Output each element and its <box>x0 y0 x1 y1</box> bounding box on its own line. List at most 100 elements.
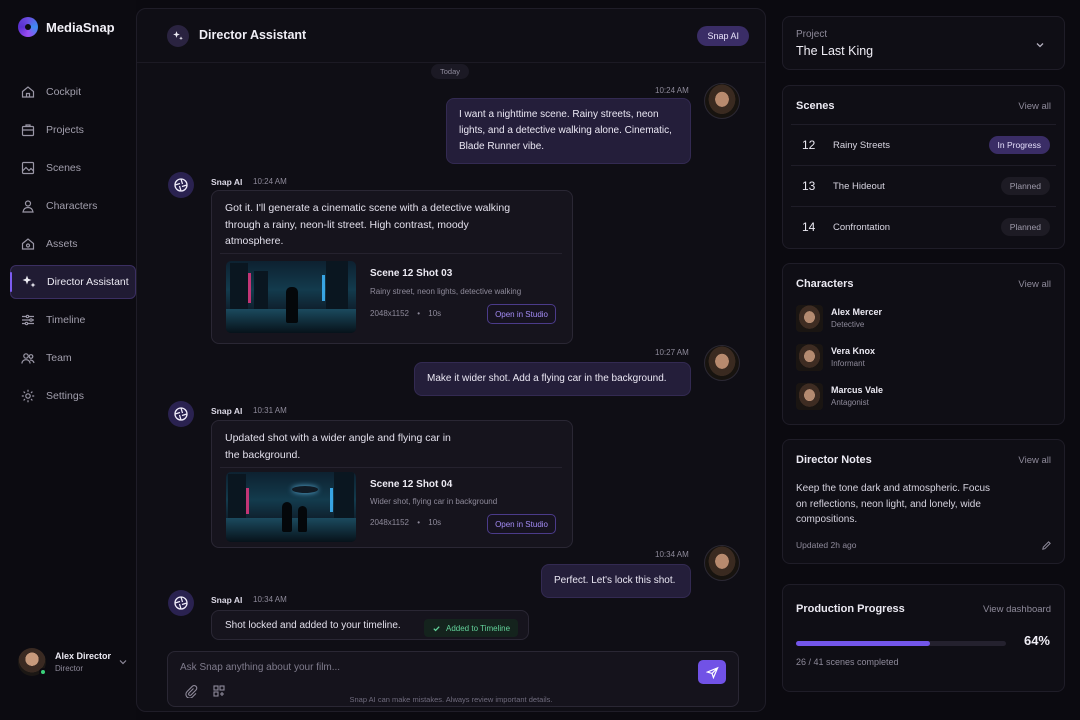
scene-number: 13 <box>802 179 816 193</box>
user-role: Director <box>55 664 84 673</box>
briefcase-icon <box>21 124 35 137</box>
user-info: Alex Director Director <box>55 651 111 673</box>
team-icon <box>21 353 35 364</box>
nav-item-settings[interactable]: Settings <box>10 379 136 413</box>
nav-label: Settings <box>46 390 84 402</box>
message-text: Shot locked and added to your timeline. <box>225 620 401 631</box>
shot-meta: 2048x1152 • 10s <box>370 309 441 318</box>
timeline-icon <box>22 314 34 326</box>
progress-fill <box>796 641 931 646</box>
shot-thumbnail[interactable] <box>226 472 356 542</box>
message-time: 10:24 AM <box>655 86 689 95</box>
sparkle-icon <box>22 275 36 288</box>
app-logo[interactable]: MediaSnap <box>18 17 115 37</box>
nav-item-team[interactable]: Team <box>10 341 136 375</box>
chevron-down-icon <box>1036 43 1044 48</box>
production-progress-panel: Production Progress View dashboard 64% 2… <box>782 584 1065 692</box>
character-role: Detective <box>831 320 865 329</box>
nav-item-timeline[interactable]: Timeline <box>10 303 136 337</box>
project-selector[interactable]: Project The Last King <box>782 16 1065 70</box>
characters-panel: Characters View all Alex Mercer Detective… <box>782 263 1065 425</box>
nav-item-director-assistant[interactable]: Director Assistant <box>10 265 136 299</box>
nav-item-assets[interactable]: Assets <box>10 227 136 261</box>
avatar <box>704 83 740 119</box>
view-all-link[interactable]: View all <box>1018 101 1051 112</box>
character-item[interactable]: Vera Knox Informant <box>796 343 875 371</box>
scene-row[interactable]: 14 Confrontation Planned <box>791 206 1056 247</box>
message-time: 10:27 AM <box>655 348 689 357</box>
message-time: 10:34 AM <box>253 595 287 604</box>
user-message: Make it wider shot. Add a flying car in … <box>414 362 691 396</box>
snap-ai-icon <box>168 172 194 198</box>
panel-title: Production Progress <box>796 603 905 615</box>
view-dashboard-link[interactable]: View dashboard <box>983 604 1051 615</box>
nav-item-cockpit[interactable]: Cockpit <box>10 75 136 109</box>
status-badge: In Progress <box>988 136 1050 154</box>
sender-name: Snap AI <box>211 595 243 605</box>
main-nav: Cockpit Projects Scenes Characters Asset… <box>10 75 136 417</box>
shot-description: Wider shot, flying car in background <box>370 497 498 506</box>
logo-icon <box>18 17 38 37</box>
status-badge: Planned <box>1000 177 1050 195</box>
model-badge[interactable]: Snap AI <box>697 26 749 46</box>
character-name: Vera Knox <box>831 346 876 356</box>
shot-resolution: 2048x1152 <box>370 518 409 527</box>
home-icon <box>21 86 35 98</box>
scene-row[interactable]: 12 Rainy Streets In Progress <box>791 124 1056 165</box>
nav-item-projects[interactable]: Projects <box>10 113 136 147</box>
chat-title: Director Assistant <box>199 28 307 42</box>
avatar <box>704 345 740 381</box>
assets-icon <box>21 238 35 250</box>
message-input[interactable] <box>180 658 660 676</box>
avatar <box>704 545 740 581</box>
shot-card: Scene 12 Shot 04 Wider shot, flying car … <box>220 467 562 545</box>
progress-bar <box>796 641 1006 646</box>
scene-row[interactable]: 13 The Hideout Planned <box>791 165 1056 206</box>
user-name: Alex Director <box>55 651 112 661</box>
status-label: Added to Timeline <box>446 623 511 633</box>
open-in-studio-button[interactable]: Open in Studio <box>487 304 556 324</box>
app-root: MediaSnap Cockpit Projects Scenes Charac… <box>0 0 1080 720</box>
avatar <box>796 382 823 410</box>
progress-percent: 64% <box>1023 633 1050 648</box>
scene-name: The Hideout <box>833 181 885 192</box>
view-all-link[interactable]: View all <box>1018 455 1051 466</box>
shot-title: Scene 12 Shot 03 <box>370 268 453 279</box>
view-all-link[interactable]: View all <box>1018 279 1051 290</box>
open-in-studio-button[interactable]: Open in Studio <box>487 514 556 534</box>
gear-icon <box>21 389 35 403</box>
nav-item-characters[interactable]: Characters <box>10 189 136 223</box>
shot-resolution: 2048x1152 <box>370 309 409 318</box>
ai-message: Updated shot with a wider angle and flyi… <box>211 420 573 548</box>
nav-label: Team <box>46 352 72 364</box>
nav-item-scenes[interactable]: Scenes <box>10 151 136 185</box>
shot-card: Scene 12 Shot 03 Rainy street, neon ligh… <box>220 253 562 341</box>
message-time: 10:34 AM <box>655 550 689 559</box>
send-button[interactable] <box>698 660 726 684</box>
panel-title: Scenes <box>796 100 835 112</box>
scenes-panel: Scenes View all 12 Rainy Streets In Prog… <box>782 85 1065 249</box>
user-message: Perfect. Let's lock this shot. <box>541 564 691 598</box>
nav-label: Cockpit <box>46 86 82 98</box>
meta-separator: • <box>417 309 421 318</box>
shot-description: Rainy street, neon lights, detective wal… <box>370 287 522 296</box>
pencil-icon[interactable] <box>1041 540 1052 551</box>
user-menu[interactable]: Alex Director Director <box>18 648 128 676</box>
snap-ai-icon <box>168 590 194 616</box>
character-item[interactable]: Marcus Vale Antagonist <box>796 382 883 410</box>
message-text: Got it. I'll generate a cinematic scene … <box>225 202 511 247</box>
chat-header: Director Assistant Snap AI <box>137 9 765 63</box>
project-name: The Last King <box>796 44 874 58</box>
shot-meta: 2048x1152 • 10s <box>370 518 441 527</box>
shot-duration: 10s <box>428 309 442 318</box>
avatar <box>796 304 823 332</box>
panel-title: Director Notes <box>796 454 872 466</box>
nav-label: Scenes <box>46 162 82 174</box>
character-item[interactable]: Alex Mercer Detective <box>796 304 882 332</box>
check-icon <box>433 625 440 631</box>
shot-thumbnail[interactable] <box>226 261 356 333</box>
character-role: Antagonist <box>831 398 869 407</box>
message-time: 10:24 AM <box>253 177 287 186</box>
scenes-icon <box>21 161 35 175</box>
meta-separator: • <box>417 518 421 527</box>
